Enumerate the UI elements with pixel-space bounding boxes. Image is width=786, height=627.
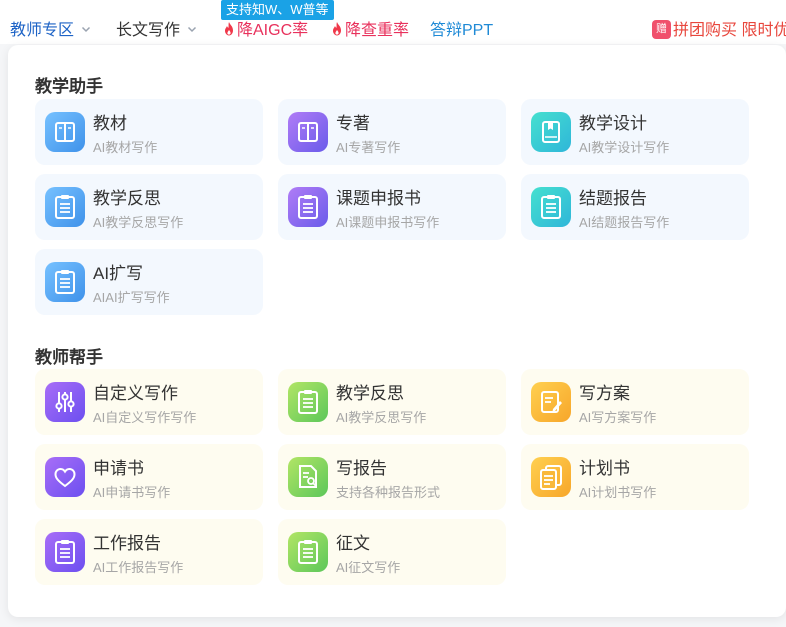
- tool-card-ai-expand[interactable]: AI扩写 AIAI扩写写作: [35, 249, 263, 315]
- tool-card-custom-writing[interactable]: 自定义写作 AI自定义写作写作: [35, 369, 263, 435]
- nav-teacher-zone-label: 教师专区: [10, 22, 75, 39]
- tool-card-subtitle: AI申请书写作: [93, 485, 171, 500]
- tool-card-title: 课题申报书: [336, 189, 421, 208]
- nav-teacher-zone[interactable]: 教师专区: [10, 20, 91, 42]
- tool-card-subtitle: AI征文写作: [336, 560, 401, 575]
- gift-icon: 赠: [652, 19, 671, 39]
- tool-card-subtitle: AI课题申报书写作: [336, 215, 440, 230]
- group-buy-label: 拼团购买 限时优: [673, 22, 786, 39]
- tool-card-subtitle: AI写方案写作: [579, 410, 657, 425]
- search-document-icon: [288, 457, 328, 497]
- section-title-teaching-assistant: 教学助手: [35, 77, 103, 96]
- flame-icon: [333, 22, 341, 36]
- top-nav: 教师专区 长文写作 支持知W、W普等 降AIGC率 降查重率 答辩PPT 赠拼团…: [0, 0, 786, 44]
- tool-card-monograph[interactable]: 专著 AI专著写作: [278, 99, 506, 165]
- nav-reduce-duplicate[interactable]: 降查重率: [330, 20, 409, 42]
- clipboard-icon: [45, 187, 85, 227]
- nav-reduce-aigc[interactable]: 降AIGC率: [222, 20, 308, 42]
- stacked-documents-icon: [531, 457, 571, 497]
- tool-card-teaching-design[interactable]: 教学设计 AI教学设计写作: [521, 99, 749, 165]
- tool-card-final-report[interactable]: 结题报告 AI结题报告写作: [521, 174, 749, 240]
- tool-card-subtitle: AI计划书写作: [579, 485, 657, 500]
- tool-card-subtitle: AIAI扩写写作: [93, 290, 170, 305]
- sliders-icon: [45, 382, 85, 422]
- tool-card-title: 写报告: [336, 459, 387, 478]
- tool-card-textbook[interactable]: 教材 AI教材写作: [35, 99, 263, 165]
- tool-card-subtitle: AI教学反思写作: [336, 410, 427, 425]
- support-badge: 支持知W、W普等: [221, 0, 334, 20]
- tool-card-subtitle: AI结题报告写作: [579, 215, 670, 230]
- tool-card-title: 申请书: [93, 459, 144, 478]
- group-buy-link[interactable]: 赠拼团购买 限时优: [652, 19, 786, 42]
- clipboard-icon: [45, 532, 85, 572]
- chevron-down-icon: [82, 27, 91, 33]
- clipboard-icon: [288, 382, 328, 422]
- tool-card-teaching-reflection[interactable]: 教学反思 AI教学反思写作: [35, 174, 263, 240]
- tool-card-title: 教材: [93, 114, 127, 133]
- page: 教师专区 长文写作 支持知W、W普等 降AIGC率 降查重率 答辩PPT 赠拼团…: [0, 0, 786, 627]
- tool-card-title: 自定义写作: [93, 384, 178, 403]
- nav-long-writing-label: 长文写作: [116, 22, 181, 39]
- tool-card-title: 教学反思: [93, 189, 161, 208]
- tool-card-subtitle: AI教材写作: [93, 140, 158, 155]
- tool-card-project-proposal[interactable]: 课题申报书 AI课题申报书写作: [278, 174, 506, 240]
- tool-card-subtitle: AI专著写作: [336, 140, 401, 155]
- clipboard-icon: [288, 187, 328, 227]
- flame-icon: [225, 22, 233, 36]
- tool-card-subtitle: AI自定义写作写作: [93, 410, 197, 425]
- nav-defense-ppt[interactable]: 答辩PPT: [430, 20, 493, 42]
- bookmark-book-icon: [531, 112, 571, 152]
- tool-card-teaching-reflection-2[interactable]: 教学反思 AI教学反思写作: [278, 369, 506, 435]
- tool-card-title: 专著: [336, 114, 370, 133]
- nav-reduce-duplicate-label: 降查重率: [345, 22, 410, 39]
- clipboard-icon: [45, 262, 85, 302]
- tool-card-title: 工作报告: [93, 534, 161, 553]
- teacher-zone-dropdown: 教学助手 教材 AI教材写作 专著 AI专著写作 教学设计 AI教学设计写作 教…: [8, 45, 786, 617]
- tool-card-title: AI扩写: [93, 264, 144, 283]
- tool-card-title: 结题报告: [579, 189, 647, 208]
- clipboard-icon: [531, 187, 571, 227]
- tool-card-title: 教学设计: [579, 114, 647, 133]
- nav-reduce-aigc-label: 降AIGC率: [237, 22, 309, 39]
- tool-card-subtitle: AI教学设计写作: [579, 140, 670, 155]
- tool-card-write-plan[interactable]: 写方案 AI写方案写作: [521, 369, 749, 435]
- clipboard-icon: [288, 532, 328, 572]
- tool-card-application[interactable]: 申请书 AI申请书写作: [35, 444, 263, 510]
- tool-card-title: 教学反思: [336, 384, 404, 403]
- tool-card-subtitle: AI工作报告写作: [93, 560, 184, 575]
- tool-card-business-plan[interactable]: 计划书 AI计划书写作: [521, 444, 749, 510]
- tool-card-write-report[interactable]: 写报告 支持各种报告形式: [278, 444, 506, 510]
- book-icon: [288, 112, 328, 152]
- tool-card-title: 征文: [336, 534, 370, 553]
- section-title-teacher-helper: 教师帮手: [35, 348, 103, 367]
- tool-card-subtitle: 支持各种报告形式: [336, 485, 441, 500]
- edit-document-icon: [531, 382, 571, 422]
- tool-card-essay[interactable]: 征文 AI征文写作: [278, 519, 506, 585]
- chevron-down-icon: [188, 27, 197, 33]
- nav-long-writing[interactable]: 长文写作: [116, 20, 197, 42]
- heart-icon: [45, 457, 85, 497]
- tool-card-work-report[interactable]: 工作报告 AI工作报告写作: [35, 519, 263, 585]
- tool-card-title: 写方案: [579, 384, 630, 403]
- tool-card-title: 计划书: [579, 459, 630, 478]
- book-icon: [45, 112, 85, 152]
- tool-card-subtitle: AI教学反思写作: [93, 215, 184, 230]
